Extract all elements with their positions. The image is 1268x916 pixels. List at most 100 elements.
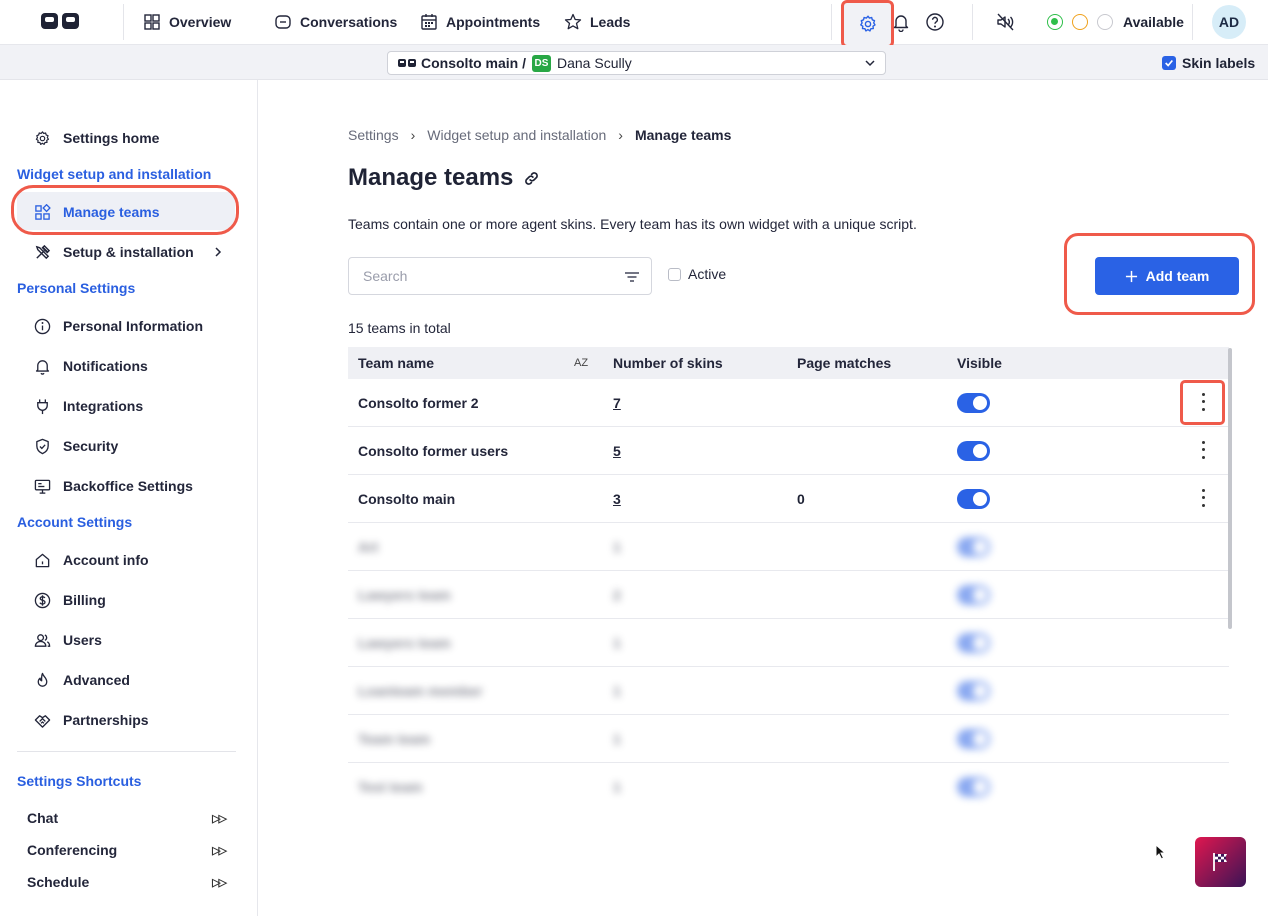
mouse-cursor-icon [1155, 844, 1166, 860]
active-checkbox[interactable] [668, 267, 681, 281]
more-options-icon[interactable] [1200, 439, 1206, 461]
visible-toggle[interactable] [957, 489, 990, 509]
more-options-icon[interactable] [1200, 487, 1206, 509]
sidebar-item-billing[interactable]: Billing [34, 590, 106, 610]
visible-toggle [957, 537, 990, 557]
fast-forward-icon: ▷▷ [212, 876, 227, 889]
table-row[interactable]: Consolto former 2 7 [348, 379, 1229, 427]
plug-icon [37, 398, 48, 414]
fast-forward-icon: ▷▷ [212, 844, 227, 857]
table-row[interactable]: Consolto former users 5 [348, 427, 1229, 475]
grid-icon [144, 14, 160, 30]
sidebar-item-security[interactable]: Security [34, 436, 118, 456]
nav-appointments[interactable]: Appointments [420, 0, 540, 44]
breadcrumb-settings[interactable]: Settings [348, 127, 399, 143]
breadcrumb: Settings › Widget setup and installation… [348, 127, 731, 143]
sort-az-icon[interactable]: AZ [574, 357, 588, 369]
skin-labels-label: Skin labels [1182, 55, 1256, 71]
sidebar-item-partnerships[interactable]: Partnerships [34, 710, 149, 730]
sidebar-item-manage-teams[interactable]: Manage teams [34, 202, 159, 222]
search-placeholder: Search [363, 268, 408, 284]
skin-labels-toggle[interactable]: Skin labels [1162, 55, 1255, 71]
visible-toggle [957, 729, 990, 749]
star-icon [564, 13, 582, 30]
nav-conversations[interactable]: Conversations [274, 0, 397, 44]
sound-off-button[interactable] [992, 9, 1018, 35]
visible-toggle[interactable] [957, 393, 990, 413]
shortcut-label: Schedule [27, 874, 90, 890]
shortcut-label: Conferencing [27, 842, 118, 858]
teams-grid-icon [35, 203, 51, 220]
skins-count-cell: 1 [613, 779, 621, 795]
sidebar-section-account: Account Settings [17, 514, 133, 530]
filter-icon[interactable] [623, 268, 641, 286]
nav-overview-label: Overview [169, 14, 232, 30]
more-options-icon[interactable] [1200, 391, 1206, 413]
top-navigation: Overview Conversations Appointments Lead… [0, 0, 1268, 48]
info-icon [34, 318, 51, 334]
shortcut-label: Chat [27, 810, 59, 826]
nav-conversations-label: Conversations [300, 14, 398, 30]
chevron-down-icon [865, 60, 875, 67]
status-offline-dot[interactable] [1097, 14, 1113, 30]
sidebar-item-users[interactable]: Users [34, 630, 102, 650]
sidebar-item-label: Integrations [63, 398, 144, 414]
team-name: Consolto main / [421, 55, 526, 71]
column-team-name[interactable]: Team name [358, 355, 434, 371]
sidebar-item-settings-home[interactable]: Settings home [34, 128, 159, 148]
onboarding-button[interactable] [1195, 837, 1246, 887]
sidebar-item-label: Notifications [63, 358, 148, 374]
skins-count-link[interactable]: 7 [613, 395, 621, 411]
shield-icon [36, 438, 49, 454]
team-name-cell: Test team [358, 779, 423, 795]
shortcut-chat[interactable]: Chat ▷▷ [27, 810, 227, 826]
status-available-dot[interactable] [1047, 14, 1063, 30]
active-filter[interactable]: Active [668, 266, 726, 282]
add-team-label: Add team [1145, 268, 1210, 284]
status-away-dot[interactable] [1072, 14, 1088, 30]
table-scrollbar[interactable] [1228, 348, 1232, 629]
nav-overview[interactable]: Overview [143, 0, 231, 44]
add-team-button[interactable]: Add team [1095, 257, 1239, 295]
sidebar-item-advanced[interactable]: Advanced [34, 670, 130, 690]
sidebar-section-shortcuts: Settings Shortcuts [17, 773, 142, 789]
skin-labels-checkbox[interactable] [1162, 56, 1176, 70]
help-button[interactable] [922, 9, 948, 35]
notifications-button[interactable] [888, 9, 914, 35]
search-input[interactable]: Search [348, 257, 652, 295]
sidebar-item-notifications[interactable]: Notifications [34, 356, 148, 376]
team-agent-select[interactable]: Consolto main / DS Dana Scully [387, 51, 886, 75]
settings-button[interactable] [841, 0, 894, 48]
table-row: Team team 1 [348, 715, 1229, 763]
user-avatar[interactable]: AD [1212, 5, 1246, 39]
page-matches-cell: 0 [797, 491, 805, 507]
shortcut-schedule[interactable]: Schedule ▷▷ [27, 874, 227, 890]
skins-count-link[interactable]: 3 [613, 491, 621, 507]
table-row[interactable]: Consolto main 3 0 [348, 475, 1229, 523]
link-icon[interactable] [523, 170, 540, 187]
skins-count-link[interactable]: 5 [613, 443, 621, 459]
skins-count-cell: 1 [613, 539, 621, 555]
sidebar-item-label: Account info [63, 552, 149, 568]
sidebar-item-personal-information[interactable]: Personal Information [34, 316, 203, 336]
breadcrumb-widget-setup[interactable]: Widget setup and installation [427, 127, 606, 143]
consolto-logo[interactable] [40, 11, 80, 31]
table-row: Lawyers team 2 [348, 571, 1229, 619]
dollar-icon [34, 592, 51, 608]
team-name-cell: Loanteam member [358, 683, 483, 699]
skins-count-cell: 1 [613, 635, 621, 651]
visible-toggle[interactable] [957, 441, 990, 461]
sidebar-item-label: Security [63, 438, 119, 454]
breadcrumb-separator-icon: › [410, 127, 416, 143]
sidebar-item-setup-installation[interactable]: Setup & installation [34, 242, 224, 262]
sidebar-item-account-info[interactable]: Account info [34, 550, 149, 570]
flame-icon [37, 672, 48, 687]
sidebar-item-integrations[interactable]: Integrations [34, 396, 143, 416]
sidebar-item-label: Users [63, 632, 102, 648]
nav-leads[interactable]: Leads [564, 0, 630, 44]
table-row: Loanteam member 1 [348, 667, 1229, 715]
sidebar-item-backoffice-settings[interactable]: Backoffice Settings [34, 476, 193, 496]
agent-badge: DS [532, 54, 551, 72]
shortcut-conferencing[interactable]: Conferencing ▷▷ [27, 842, 227, 858]
check-icon [1165, 59, 1173, 67]
